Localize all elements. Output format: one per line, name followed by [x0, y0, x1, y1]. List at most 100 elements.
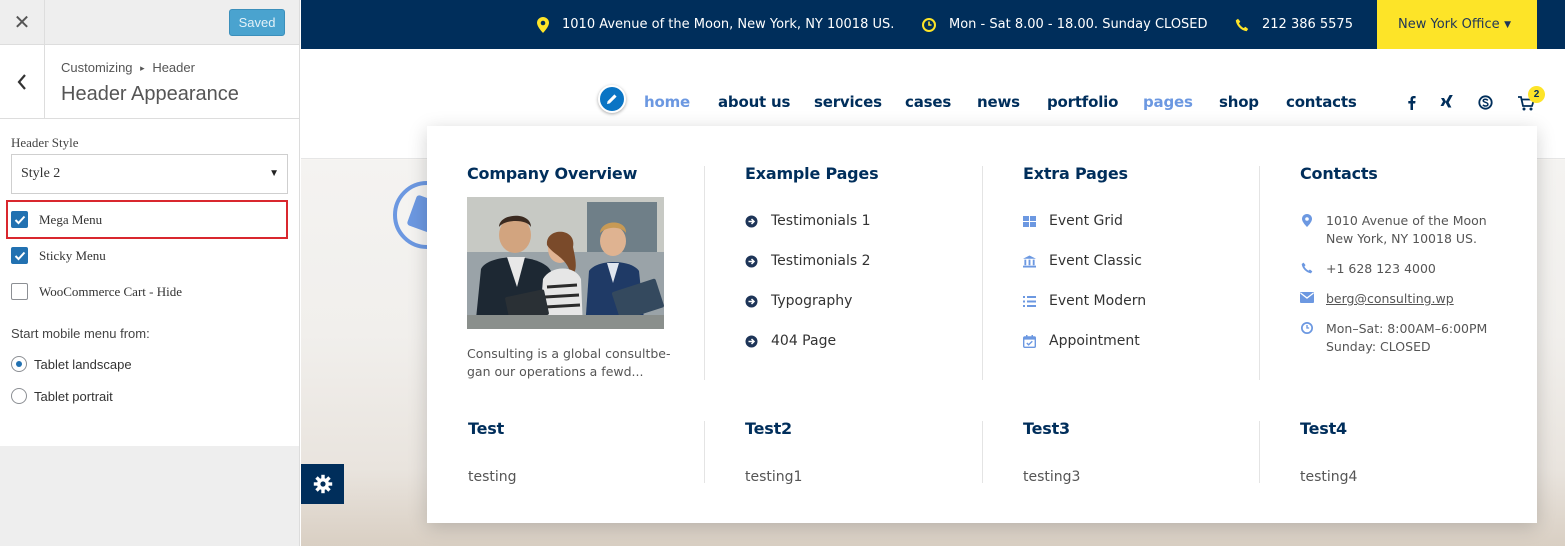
mega-menu-checkbox[interactable] [11, 211, 28, 228]
breadcrumb-parent: Customizing [61, 60, 133, 75]
test2-column-text: testing1 [745, 469, 803, 485]
nav-link-shop[interactable]: shop [1219, 93, 1259, 111]
back-button[interactable] [0, 45, 45, 118]
contact-hours: Mon–Sat: 8:00AM–6:00PM Sunday: CLOSED [1300, 320, 1487, 356]
contact-address: 1010 Avenue of the Moon New York, NY 100… [1300, 212, 1487, 248]
extra-pages-title[interactable]: Extra Pages [1023, 164, 1128, 183]
customizer-header-bar: ✕ Saved [0, 0, 299, 45]
close-icon: ✕ [13, 10, 31, 34]
topbar-hours-text: Mon - Sat 8.00 - 18.00. Sunday CLOSED [949, 17, 1208, 32]
woocommerce-cart-option[interactable]: WooCommerce Cart - Hide [11, 283, 182, 300]
tablet-portrait-radio[interactable] [11, 388, 27, 404]
menu-link-label: Testimonials 2 [771, 253, 871, 269]
menu-link-event-grid[interactable]: Event Grid [1023, 213, 1123, 229]
sticky-menu-label: Sticky Menu [39, 247, 106, 263]
nav-link-pages[interactable]: pages [1143, 93, 1193, 111]
contact-email[interactable]: berg@consulting.wp [1300, 290, 1454, 308]
facebook-icon[interactable] [1407, 95, 1416, 110]
caret-down-icon: ▼ [1504, 19, 1511, 30]
checkmark-icon [14, 251, 25, 260]
site-preview: 1010 Avenue of the Moon, New York, NY 10… [301, 0, 1565, 546]
close-customizer-button[interactable]: ✕ [0, 0, 45, 44]
menu-link-label: Event Classic [1049, 253, 1142, 269]
nav-link-portfolio[interactable]: portfolio [1047, 93, 1118, 111]
mega-menu-option[interactable]: Mega Menu [11, 211, 102, 228]
topbar-address: 1010 Avenue of the Moon, New York, NY 10… [537, 0, 894, 49]
mega-menu-dropdown: Company Overview Consulting is a global … [427, 126, 1537, 523]
sticky-menu-option[interactable]: Sticky Menu [11, 247, 106, 264]
menu-link-label: Testimonials 1 [771, 213, 871, 229]
envelope-icon [1300, 292, 1314, 303]
header-style-select[interactable]: Style 2 ▼ [11, 154, 288, 194]
company-overview-title[interactable]: Company Overview [467, 164, 637, 183]
menu-link-label: 404 Page [771, 333, 837, 349]
office-selector-button[interactable]: New York Office ▼ [1377, 0, 1537, 49]
test4-column-text: testing4 [1300, 469, 1358, 485]
column-divider [982, 166, 983, 380]
woocommerce-cart-label: WooCommerce Cart - Hide [39, 283, 182, 299]
menu-link-event-modern[interactable]: Event Modern [1023, 293, 1146, 309]
panel-controls: Header Style Style 2 ▼ Mega Menu Sticky … [0, 119, 299, 446]
nav-link-contacts[interactable]: contacts [1286, 93, 1357, 111]
menu-link-label: Event Modern [1049, 293, 1147, 309]
settings-button[interactable] [301, 464, 344, 504]
column-divider [982, 421, 983, 483]
column-divider [1259, 421, 1260, 483]
column-divider [704, 421, 705, 483]
contact-email-link[interactable]: berg@consulting.wp [1326, 290, 1454, 308]
arrow-circle-right-icon [745, 255, 758, 268]
topbar-phone: 212 386 5575 [1235, 0, 1353, 49]
header-style-label: Header Style [11, 135, 79, 150]
panel-title: Header Appearance [61, 83, 239, 105]
nav-link-about-us[interactable]: about us [718, 93, 790, 111]
test3-column-text: testing3 [1023, 469, 1081, 485]
sticky-menu-checkbox[interactable] [11, 247, 28, 264]
edit-shortcut-button[interactable] [598, 85, 626, 113]
test2-column-title[interactable]: Test2 [745, 419, 792, 438]
team-meeting-illustration [467, 197, 664, 329]
woocommerce-cart-checkbox[interactable] [11, 283, 28, 300]
test4-column-title[interactable]: Test4 [1300, 419, 1347, 438]
checkmark-icon [14, 215, 25, 224]
xing-icon[interactable] [1440, 95, 1454, 110]
clock-icon [922, 17, 936, 32]
clock-icon [1300, 322, 1314, 334]
nav-link-services[interactable]: services [814, 93, 882, 111]
map-marker-icon [1300, 214, 1314, 227]
example-pages-title[interactable]: Example Pages [745, 164, 879, 183]
menu-link-label: Appointment [1049, 333, 1140, 349]
tablet-landscape-label: Tablet landscape [34, 356, 132, 372]
mega-menu-label: Mega Menu [39, 211, 103, 227]
cart-count-badge: 2 [1528, 86, 1545, 103]
test3-column-title[interactable]: Test3 [1023, 419, 1070, 438]
topbar-hours: Mon - Sat 8.00 - 18.00. Sunday CLOSED [922, 0, 1208, 49]
tablet-landscape-radio[interactable] [11, 356, 27, 372]
menu-link-event-classic[interactable]: Event Classic [1023, 253, 1142, 269]
skype-icon[interactable] [1478, 95, 1493, 110]
nav-link-home[interactable]: home [644, 93, 690, 111]
menu-link-testimonials-1[interactable]: Testimonials 1 [745, 213, 871, 229]
tablet-landscape-option[interactable]: Tablet landscape [11, 356, 132, 372]
team-meeting-image[interactable] [467, 197, 664, 329]
menu-link-typography[interactable]: Typography [745, 293, 852, 309]
nav-link-news[interactable]: news [977, 93, 1020, 111]
header-style-value: Style 2 [21, 166, 61, 181]
topbar-address-text: 1010 Avenue of the Moon, New York, NY 10… [562, 17, 895, 32]
breadcrumb-separator: ▸ [140, 63, 145, 73]
menu-link-404-page[interactable]: 404 Page [745, 333, 836, 349]
customizer-sidebar: ✕ Saved Customizing ▸ Header Header Appe… [0, 0, 300, 546]
menu-link-label: Typography [771, 293, 853, 309]
contact-hours-line1: Mon–Sat: 8:00AM–6:00PM [1326, 321, 1488, 336]
contact-phone-text: +1 628 123 4000 [1326, 261, 1436, 276]
test-column-title[interactable]: Test [468, 419, 504, 438]
map-marker-icon [537, 16, 549, 33]
arrow-circle-right-icon [745, 215, 758, 228]
menu-link-testimonials-2[interactable]: Testimonials 2 [745, 253, 871, 269]
panel-header: Customizing ▸ Header Header Appearance [0, 45, 299, 119]
saved-button[interactable]: Saved [229, 9, 285, 36]
contacts-title[interactable]: Contacts [1300, 164, 1378, 183]
menu-link-label: Event Grid [1049, 213, 1123, 229]
menu-link-appointment[interactable]: Appointment [1023, 333, 1140, 349]
nav-link-cases[interactable]: cases [905, 93, 951, 111]
tablet-portrait-option[interactable]: Tablet portrait [11, 388, 113, 404]
